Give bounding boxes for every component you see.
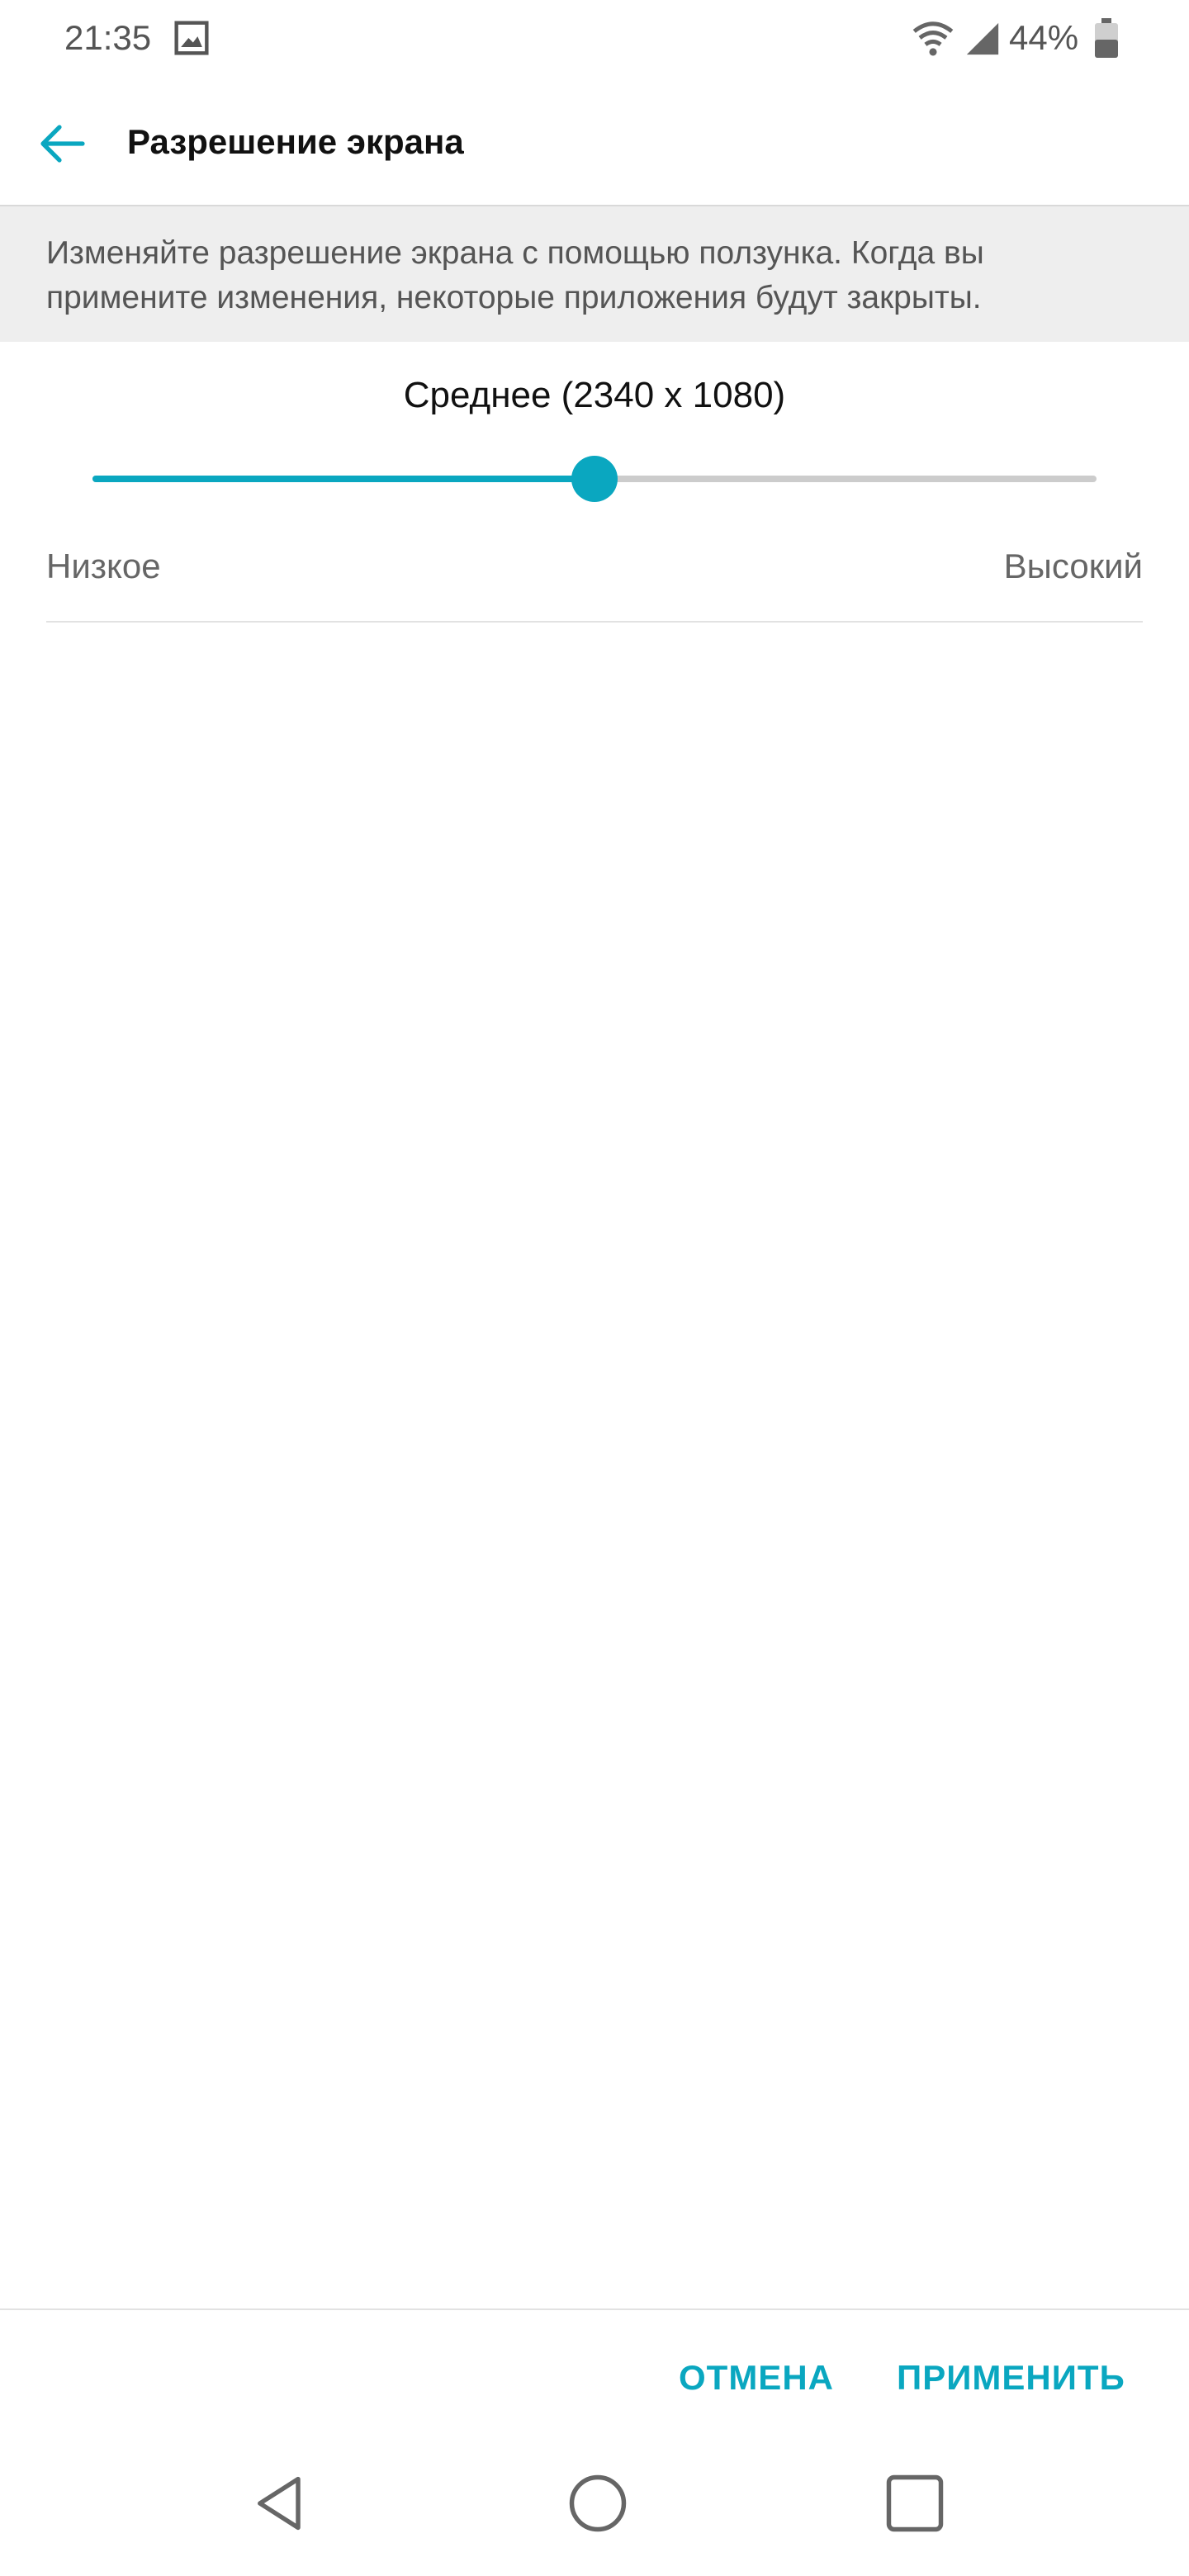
divider	[46, 621, 1143, 623]
back-arrow-icon[interactable]	[36, 117, 89, 170]
battery-icon	[1095, 18, 1118, 58]
status-bar: 21:35 44%	[0, 0, 1189, 79]
nav-back-icon[interactable]	[246, 2469, 315, 2538]
resolution-slider[interactable]	[92, 456, 1097, 502]
slider-min-label: Низкое	[46, 547, 161, 585]
app-bar: Разрешение экрана	[0, 79, 1189, 205]
page-title: Разрешение экрана	[127, 122, 464, 161]
slider-max-label: Высокий	[1003, 547, 1143, 585]
slider-thumb[interactable]	[571, 456, 618, 502]
status-time: 21:35	[64, 18, 152, 57]
image-icon	[174, 21, 209, 55]
cancel-button[interactable]: ОТМЕНА	[679, 2358, 834, 2398]
navigation-bar	[0, 2444, 1189, 2576]
wifi-icon	[912, 21, 954, 56]
battery-percent: 44%	[1009, 18, 1079, 57]
slider-fill	[92, 476, 594, 482]
info-banner: Изменяйте разрешение экрана с помощью по…	[0, 205, 1189, 342]
nav-recents-icon[interactable]	[880, 2469, 950, 2538]
info-text: Изменяйте разрешение экрана с помощью по…	[46, 235, 984, 315]
apply-button[interactable]: ПРИМЕНИТЬ	[897, 2358, 1125, 2398]
resolution-value: Среднее (2340 x 1080)	[403, 375, 786, 415]
action-divider	[0, 2308, 1189, 2310]
signal-icon	[966, 22, 999, 55]
nav-home-icon[interactable]	[563, 2469, 632, 2538]
